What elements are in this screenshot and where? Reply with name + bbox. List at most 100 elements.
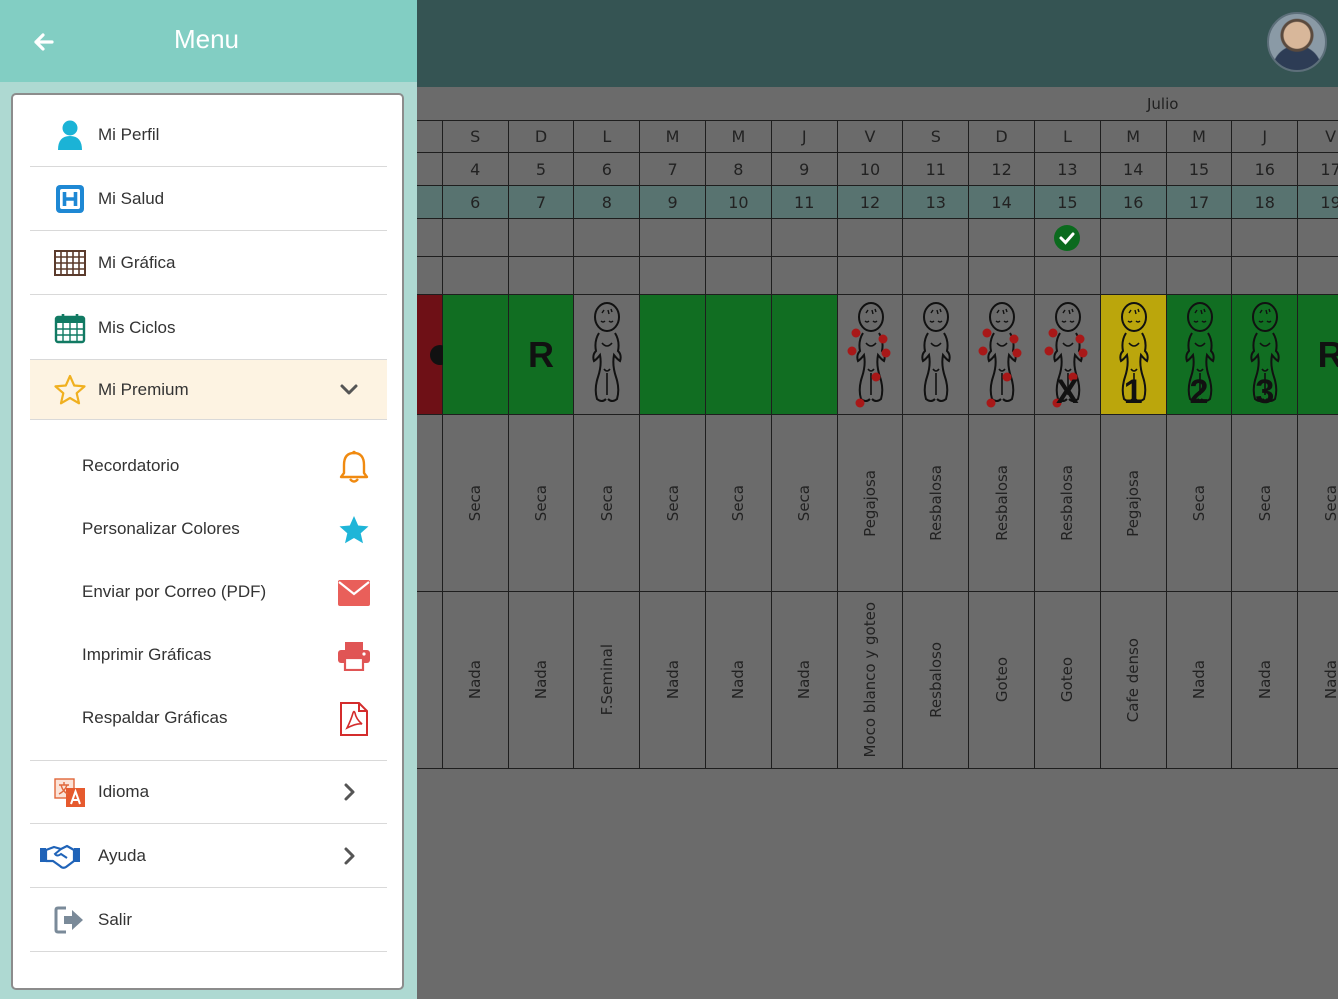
weekday-cell: M (706, 120, 772, 153)
sensation-cell: Seca (771, 415, 838, 592)
chart-column[interactable]: S 4 6 Seca Nada (442, 120, 509, 770)
sensation-cell: Seca (1232, 415, 1299, 592)
symbol-cell: R (1298, 295, 1338, 415)
submenu-item-imprimir-graficas[interactable]: Imprimir Gráficas (30, 624, 387, 687)
sensation-text: Seca (1189, 484, 1208, 522)
drawer-title: Menu (173, 24, 240, 54)
sensation-cell: Seca (1298, 415, 1338, 592)
sensation-text: Resbalosa (1058, 465, 1077, 541)
weekday-cell: D (969, 120, 1035, 153)
weekday-cell: M (1100, 120, 1167, 153)
empty-cell (640, 257, 706, 295)
mark-cell (1100, 219, 1167, 257)
sensation-text: Pegajosa (1124, 469, 1143, 537)
chevron-down-icon[interactable] (339, 380, 359, 400)
observation-cell: F.Seminal (574, 592, 641, 769)
menu-item-label: Mi Premium (98, 379, 189, 399)
observation-cell: Nada (1232, 592, 1299, 769)
chart-column[interactable]: J 9 11 Seca Nada (771, 120, 838, 770)
symbol-cell: 3 (1232, 295, 1299, 415)
cycle-day-cell: 10 (706, 186, 772, 219)
symbol-letter: 2 (1189, 373, 1209, 411)
empty-cell (706, 257, 772, 295)
mark-cell (771, 219, 838, 257)
date-cell: 12 (969, 153, 1035, 186)
chart-column[interactable]: M 8 10 Seca Nada (706, 120, 772, 770)
mark-cell (1298, 219, 1338, 257)
menu-item-mi-premium[interactable]: Mi Premium (30, 360, 387, 420)
cycle-day-cell: 15 (1035, 186, 1101, 219)
chart-column[interactable]: M 7 9 Seca Nada (640, 120, 706, 770)
empty-cell (1166, 257, 1233, 295)
submenu-item-respaldar-graficas[interactable]: Respaldar Gráficas (30, 687, 387, 750)
observation-cell: Nada (1298, 592, 1338, 769)
sensation-text: Resbalosa (926, 465, 945, 541)
pdf-icon (336, 701, 372, 737)
grid-icon (52, 245, 88, 281)
weekday-cell: J (1232, 120, 1299, 153)
chart-column[interactable]: M 15 17 2 Seca Nada (1166, 120, 1233, 770)
menu-item-ayuda[interactable]: Ayuda (30, 824, 387, 888)
symbol-cell (771, 295, 838, 415)
sensation-text: Seca (466, 484, 485, 522)
empty-cell (442, 257, 509, 295)
weekday-cell: L (574, 120, 641, 153)
cycle-day-cell: 13 (903, 186, 970, 219)
menu-item-mi-salud[interactable]: Mi Salud (30, 167, 387, 231)
translate-icon (52, 775, 88, 811)
weekday-cell: J (771, 120, 838, 153)
observation-text: Goteo (992, 657, 1011, 703)
date-cell: 7 (640, 153, 706, 186)
menu-item-salir[interactable]: Salir (30, 888, 387, 952)
submenu-item-label: Enviar por Correo (PDF) (82, 582, 267, 601)
observation-text: Nada (663, 660, 682, 700)
chart-column[interactable]: J 16 18 3 Seca Nada (1232, 120, 1299, 770)
submenu-item-recordatorio[interactable]: Recordatorio (30, 435, 387, 498)
chart-column[interactable]: D 12 14 Resbalosa Goteo (969, 120, 1035, 770)
chart-column[interactable]: M 14 16 1 Pegajosa Cafe denso (1100, 120, 1167, 770)
chevron-right-icon[interactable] (339, 782, 359, 802)
observation-text: Cafe denso (1124, 637, 1143, 723)
observation-cell: Cafe denso (1100, 592, 1167, 769)
empty-cell (574, 257, 641, 295)
sign-out-icon (52, 902, 88, 938)
chevron-right-icon[interactable] (339, 846, 359, 866)
chart-column[interactable]: V 10 12 Pegajosa Moco blanco y goteo (837, 120, 904, 770)
menu-item-mi-perfil[interactable]: Mi Perfil (30, 103, 387, 167)
observation-text: Resbaloso (926, 642, 945, 718)
submenu-item-enviar-por-correo[interactable]: Enviar por Correo (PDF) (30, 561, 387, 624)
submenu-item-personalizar-colores[interactable]: Personalizar Colores (30, 498, 387, 561)
drawer-header: Menu (0, 0, 417, 82)
empty-cell (1232, 257, 1299, 295)
weekday-cell: D (508, 120, 575, 153)
menu-item-mis-ciclos[interactable]: Mis Ciclos (30, 296, 387, 360)
mark-cell (903, 219, 970, 257)
menu-item-idioma[interactable]: Idioma (30, 760, 387, 824)
sensation-text: Seca (729, 484, 748, 522)
chart-column[interactable]: S 11 13 Resbalosa Resbaloso (903, 120, 970, 770)
menu-item-label: Mi Perfil (98, 124, 160, 144)
symbol-cell (574, 295, 641, 415)
date-cell: 11 (903, 153, 970, 186)
chart-column[interactable]: L 13 15 X Resbalosa Goteo (1035, 120, 1101, 770)
sensation-cell: Seca (706, 415, 772, 592)
sensation-text: Seca (597, 484, 616, 522)
mark-cell (574, 219, 641, 257)
sensation-text: Seca (663, 484, 682, 522)
cycle-day-cell: 11 (771, 186, 838, 219)
observation-text: Nada (1255, 660, 1274, 700)
mark-cell (640, 219, 706, 257)
chart-column[interactable]: V 17 19 R Seca Nada (1298, 120, 1338, 770)
symbol-cell: R (508, 295, 575, 415)
sensation-cell: Pegajosa (1100, 415, 1167, 592)
baby-figure-icon (921, 302, 952, 402)
date-cell: 5 (508, 153, 575, 186)
menu-item-mi-grafica[interactable]: Mi Gráfica (30, 231, 387, 295)
chart-column[interactable]: L 6 8 Seca F.Seminal (574, 120, 641, 770)
observation-cell: Nada (771, 592, 838, 769)
sensation-text: Seca (1255, 484, 1274, 522)
avatar[interactable] (1267, 12, 1327, 72)
weekday-cell: M (1166, 120, 1233, 153)
empty-cell (969, 257, 1035, 295)
chart-column[interactable]: D 5 7 R Seca Nada (508, 120, 575, 770)
